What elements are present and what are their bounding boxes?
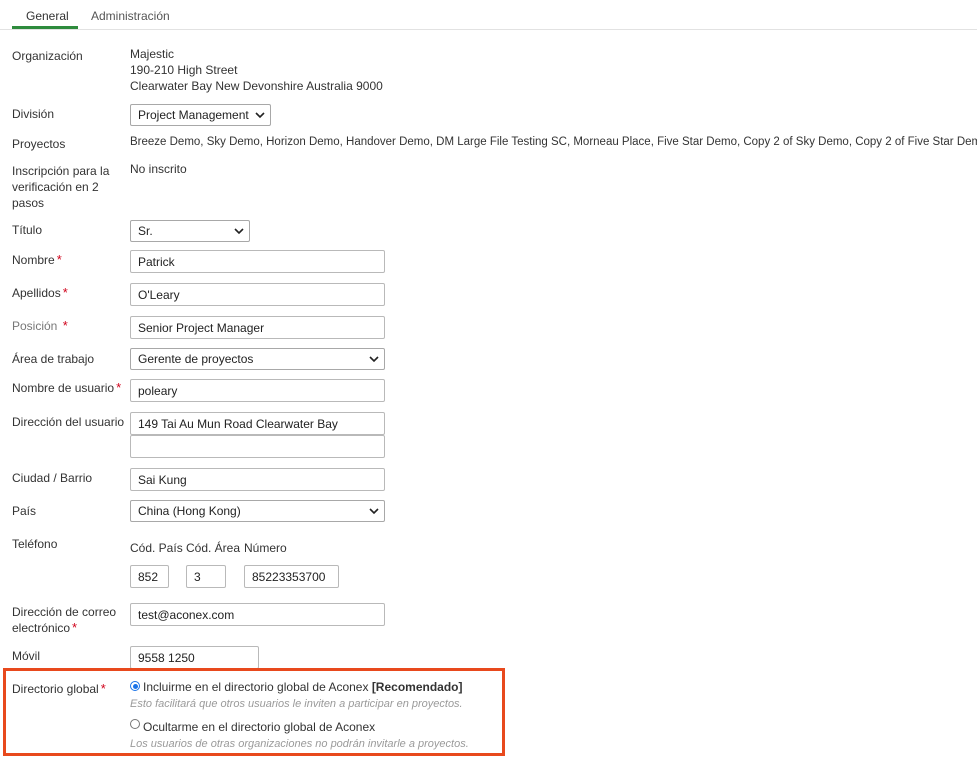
active-tab-indicator	[12, 26, 78, 29]
title-select[interactable]: Sr.	[130, 220, 250, 242]
required-asterisk: *	[62, 318, 68, 333]
city-input[interactable]	[130, 468, 385, 491]
username-label: Nombre de usuario *	[12, 380, 122, 395]
phone-number-label: Número	[244, 541, 287, 555]
tab-general[interactable]: General	[26, 9, 69, 23]
position-input[interactable]	[130, 316, 385, 339]
country-label: País	[12, 504, 37, 518]
country-select-value: China (Hong Kong)	[138, 504, 241, 518]
projects-label: Proyectos	[12, 137, 66, 151]
chevron-down-icon	[234, 228, 244, 235]
global-directory-label: Directorio global *	[12, 681, 106, 696]
required-asterisk: *	[116, 380, 122, 395]
phone-area-code-input[interactable]	[186, 565, 226, 588]
recommended-tag: [Recomendado]	[371, 680, 463, 694]
phone-label: Teléfono	[12, 537, 58, 551]
first-name-label: Nombre *	[12, 252, 62, 267]
two-step-status: No inscrito	[130, 162, 187, 176]
email-label: Dirección de correo electrónico *	[12, 605, 117, 635]
country-select[interactable]: China (Hong Kong)	[130, 500, 385, 522]
global-directory-include-hint: Esto facilitará que otros usuarios le in…	[130, 698, 463, 710]
chevron-down-icon	[369, 356, 379, 363]
division-label: División	[12, 107, 55, 121]
title-select-value: Sr.	[138, 224, 153, 238]
mobile-label: Móvil	[12, 649, 41, 663]
organization-address-line2: Clearwater Bay New Devonshire Australia …	[130, 79, 383, 93]
phone-country-code-label: Cód. País	[130, 541, 183, 555]
chevron-down-icon	[255, 112, 265, 119]
organization-address-line1: 190-210 High Street	[130, 63, 238, 77]
global-directory-hide-label[interactable]: Ocultarme en el directorio global de Aco…	[143, 720, 375, 734]
mobile-input[interactable]	[130, 646, 259, 669]
required-asterisk: *	[72, 620, 78, 635]
projects-list: Breeze Demo, Sky Demo, Horizon Demo, Han…	[130, 136, 977, 148]
division-select[interactable]: Project Management	[130, 104, 271, 126]
city-label: Ciudad / Barrio	[12, 471, 93, 485]
last-name-input[interactable]	[130, 283, 385, 306]
global-directory-include-radio[interactable]	[130, 681, 140, 691]
user-address-line2-input[interactable]	[130, 435, 385, 458]
phone-country-code-input[interactable]	[130, 565, 169, 588]
global-directory-include-label[interactable]: Incluirme en el directorio global de Aco…	[143, 680, 463, 694]
username-input[interactable]	[130, 379, 385, 402]
tab-administracion[interactable]: Administración	[91, 9, 170, 23]
tab-bar: General Administración	[0, 0, 977, 30]
first-name-input[interactable]	[130, 250, 385, 273]
phone-area-code-label: Cód. Área	[186, 541, 241, 555]
required-asterisk: *	[56, 252, 62, 267]
user-address-line1-input[interactable]	[130, 412, 385, 435]
work-area-select-value: Gerente de proyectos	[138, 352, 254, 366]
work-area-label: Área de trabajo	[12, 352, 95, 366]
two-step-label: Inscripción para la verificación en 2 pa…	[12, 164, 110, 210]
required-asterisk: *	[62, 285, 68, 300]
global-directory-hide-hint: Los usuarios de otras organizaciones no …	[130, 738, 469, 750]
title-label: Título	[12, 223, 43, 237]
email-input[interactable]	[130, 603, 385, 626]
organization-name: Majestic	[130, 47, 175, 61]
required-asterisk: *	[100, 681, 106, 696]
user-address-label: Dirección del usuario	[12, 415, 125, 429]
organization-label: Organización	[12, 49, 83, 63]
work-area-select[interactable]: Gerente de proyectos	[130, 348, 385, 370]
position-label: Posición *	[12, 318, 68, 333]
chevron-down-icon	[369, 508, 379, 515]
division-select-value: Project Management	[138, 108, 249, 122]
last-name-label: Apellidos *	[12, 285, 68, 300]
phone-number-input[interactable]	[244, 565, 339, 588]
global-directory-hide-radio[interactable]	[130, 719, 140, 729]
